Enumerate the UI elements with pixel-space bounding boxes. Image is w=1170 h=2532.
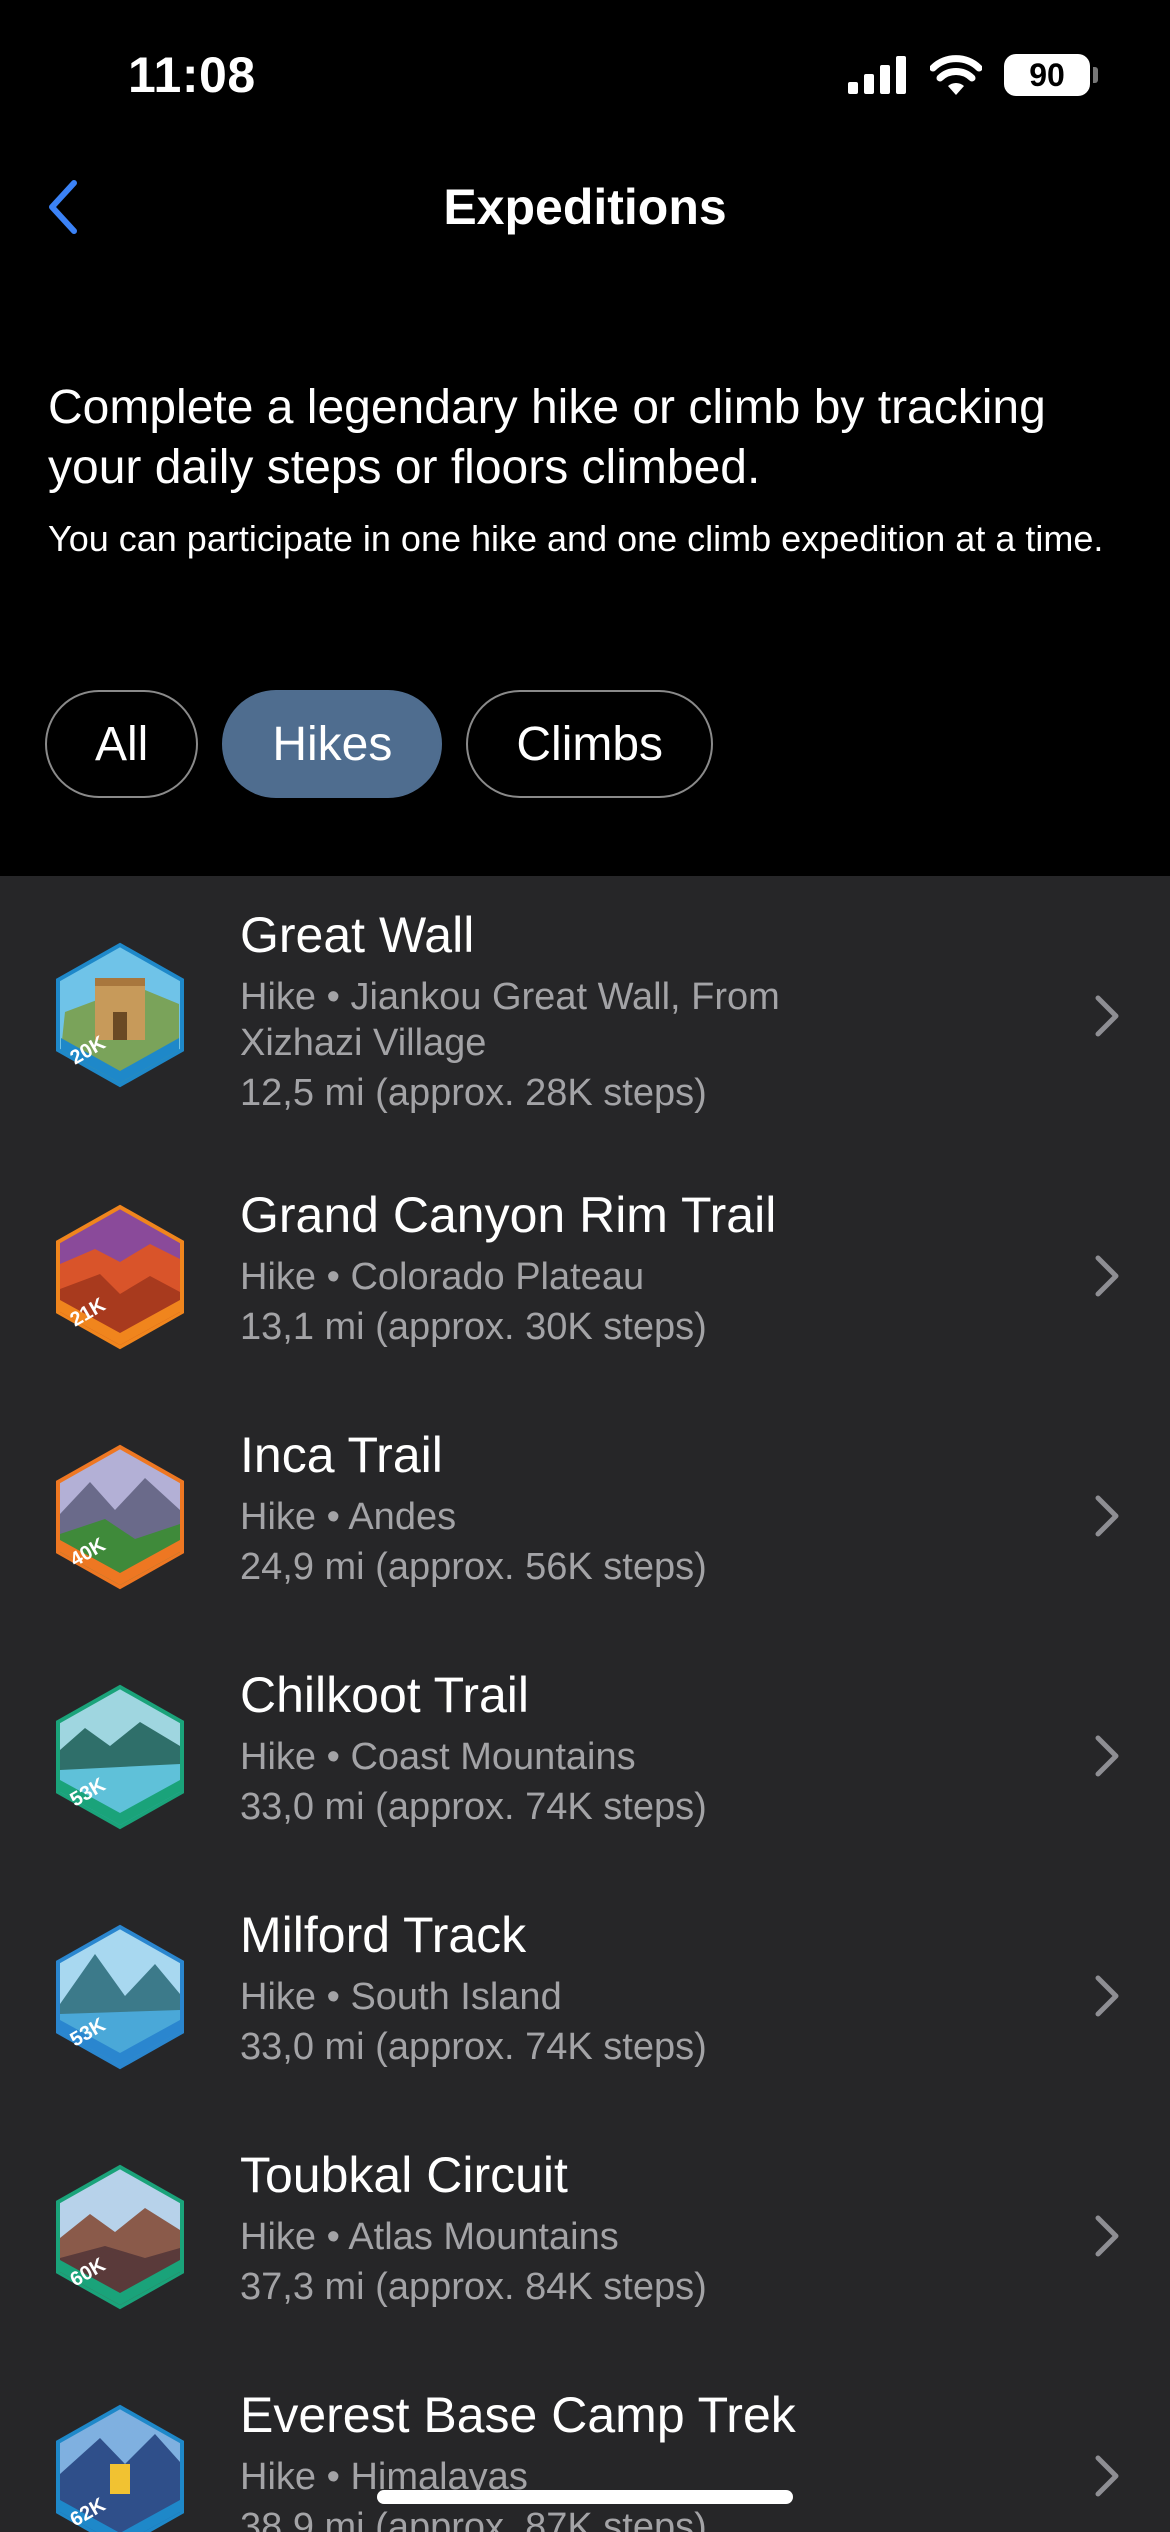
filter-chips: All Hikes Climbs bbox=[45, 690, 714, 798]
row-text: Toubkal Circuit Hike • Atlas Mountains 3… bbox=[240, 2144, 1060, 2310]
row-title: Chilkoot Trail bbox=[240, 1667, 529, 1723]
filter-hikes[interactable]: Hikes bbox=[222, 690, 443, 798]
expedition-row-great-wall[interactable]: 20K Great Wall Hike • Jiankou Great Wall… bbox=[0, 876, 1170, 1156]
row-distance: 13,1 mi (approx. 30K steps) bbox=[240, 1306, 707, 1348]
row-subtitle: Hike • Jiankou Great Wall, From Xizhazi V… bbox=[240, 976, 780, 1064]
chevron-right-icon bbox=[1095, 2455, 1119, 2497]
intro-description: Complete a legendary hike or climb by tr… bbox=[48, 381, 1046, 494]
cellular-signal-icon bbox=[848, 56, 906, 94]
filter-climbs[interactable]: Climbs bbox=[466, 690, 714, 798]
row-title: Grand Canyon Rim Trail bbox=[240, 1187, 777, 1243]
row-subtitle: Hike • Atlas Mountains bbox=[240, 2216, 619, 2258]
row-text: Grand Canyon Rim Trail Hike • Colorado P… bbox=[240, 1184, 1060, 1350]
row-distance: 37,3 mi (approx. 84K steps) bbox=[240, 2266, 707, 2308]
row-title: Milford Track bbox=[240, 1907, 527, 1963]
toubkal-circuit-badge-icon: 60K bbox=[56, 2164, 184, 2310]
inca-trail-badge-icon: 40K bbox=[56, 1444, 184, 1590]
row-text: Chilkoot Trail Hike • Coast Mountains 33… bbox=[240, 1664, 1060, 1830]
page-title: Expeditions bbox=[443, 179, 727, 235]
row-text: Everest Base Camp Trek Hike • Himalayas … bbox=[240, 2384, 1060, 2532]
grand-canyon-badge-icon: 21K bbox=[56, 1204, 184, 1350]
expeditions-screen: 11:08 90 Expeditions Complete a legendar… bbox=[0, 0, 1170, 2532]
chilkoot-trail-badge-icon: 53K bbox=[56, 1684, 184, 1830]
row-subtitle: Hike • Coast Mountains bbox=[240, 1736, 636, 1778]
status-icons: 90 bbox=[848, 54, 1098, 96]
row-distance: 33,0 mi (approx. 74K steps) bbox=[240, 2026, 707, 2068]
row-subtitle: Hike • Colorado Plateau bbox=[240, 1256, 645, 1298]
everest-base-camp-badge-icon: 62K bbox=[56, 2404, 184, 2532]
status-time: 11:08 bbox=[128, 47, 256, 103]
great-wall-badge-icon: 20K bbox=[56, 942, 184, 1088]
row-text: Great Wall Hike • Jiankou Great Wall, Fr… bbox=[240, 904, 1060, 1116]
row-text: Inca Trail Hike • Andes 24,9 mi (approx.… bbox=[240, 1424, 1060, 1590]
filter-all[interactable]: All bbox=[45, 690, 199, 798]
row-title: Great Wall bbox=[240, 907, 475, 963]
expedition-row-grand-canyon[interactable]: 21K Grand Canyon Rim Trail Hike • Colora… bbox=[0, 1156, 1170, 1396]
home-indicator[interactable] bbox=[377, 2490, 793, 2504]
chevron-right-icon bbox=[1095, 995, 1119, 1037]
chevron-right-icon bbox=[1095, 2215, 1119, 2257]
row-title: Inca Trail bbox=[240, 1427, 443, 1483]
chevron-right-icon bbox=[1095, 1975, 1119, 2017]
expedition-row-milford-track[interactable]: 53K Milford Track Hike • South Island 33… bbox=[0, 1876, 1170, 2116]
chevron-right-icon bbox=[1095, 1495, 1119, 1537]
row-distance: 38,9 mi (approx. 87K steps) bbox=[240, 2506, 707, 2532]
expedition-row-chilkoot-trail[interactable]: 53K Chilkoot Trail Hike • Coast Mountain… bbox=[0, 1636, 1170, 1876]
row-text: Milford Track Hike • South Island 33,0 m… bbox=[240, 1904, 1060, 2070]
chevron-right-icon bbox=[1095, 1735, 1119, 1777]
status-bar: 11:08 90 bbox=[0, 0, 1170, 150]
wifi-icon bbox=[930, 55, 982, 95]
row-distance: 12,5 mi (approx. 28K steps) bbox=[240, 1072, 707, 1114]
expedition-row-everest-base-camp[interactable]: 62K Everest Base Camp Trek Hike • Himala… bbox=[0, 2356, 1170, 2532]
battery-indicator: 90 bbox=[1004, 54, 1098, 96]
row-title: Toubkal Circuit bbox=[240, 2147, 568, 2203]
intro-section: Complete a legendary hike or climb by tr… bbox=[48, 378, 1138, 562]
row-distance: 24,9 mi (approx. 56K steps) bbox=[240, 1546, 707, 1588]
row-subtitle: Hike • Andes bbox=[240, 1496, 457, 1538]
expedition-row-toubkal-circuit[interactable]: 60K Toubkal Circuit Hike • Atlas Mountai… bbox=[0, 2116, 1170, 2356]
chevron-right-icon bbox=[1095, 1255, 1119, 1297]
intro-note: You can participate in one hike and one … bbox=[48, 518, 1104, 559]
milford-track-badge-icon: 53K bbox=[56, 1924, 184, 2070]
navigation-bar: Expeditions bbox=[0, 150, 1170, 260]
row-subtitle: Hike • South Island bbox=[240, 1976, 562, 2018]
expedition-list: 20K Great Wall Hike • Jiankou Great Wall… bbox=[0, 876, 1170, 2532]
row-distance: 33,0 mi (approx. 74K steps) bbox=[240, 1786, 707, 1828]
expedition-row-inca-trail[interactable]: 40K Inca Trail Hike • Andes 24,9 mi (app… bbox=[0, 1396, 1170, 1636]
row-title: Everest Base Camp Trek bbox=[240, 2387, 796, 2443]
